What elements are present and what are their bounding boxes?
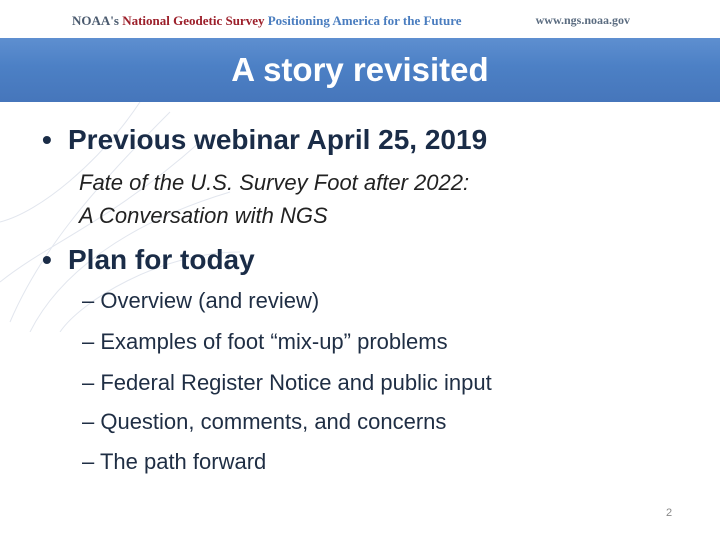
title-bar: A story revisited bbox=[0, 38, 720, 102]
slide-title: A story revisited bbox=[231, 51, 489, 88]
noaa-ngs-brand: NOAA's National Geodetic Survey Position… bbox=[72, 13, 462, 29]
plan-item: – Question, comments, and concerns bbox=[82, 409, 447, 434]
bullet-plan-for-today: • Plan for today bbox=[42, 244, 255, 276]
plan-item: – Federal Register Notice and public inp… bbox=[82, 370, 492, 395]
website-url: www.ngs.noaa.gov bbox=[535, 13, 630, 27]
plan-item: – Overview (and review) bbox=[82, 288, 320, 313]
bullet-dot: • bbox=[42, 244, 52, 275]
bullet-text: Previous webinar April 25, 2019 bbox=[68, 124, 488, 155]
bullet-previous-webinar: • Previous webinar April 25, 2019 bbox=[42, 124, 487, 156]
slide-header: NOAA's National Geodetic Survey Position… bbox=[0, 0, 720, 38]
slide-content: • Previous webinar April 25, 2019 Fate of… bbox=[0, 102, 720, 540]
brand-noaa: NOAA's bbox=[72, 13, 119, 28]
plan-item: – The path forward bbox=[82, 449, 267, 474]
brand-tagline: Positioning America for the Future bbox=[267, 13, 462, 28]
webinar-title-line-2: A Conversation with NGS bbox=[79, 203, 328, 228]
webinar-title-line-1: Fate of the U.S. Survey Foot after 2022: bbox=[79, 170, 470, 195]
brand-ngs: National Geodetic Survey bbox=[122, 13, 265, 28]
page-number: 2 bbox=[666, 507, 673, 519]
bullet-dot: • bbox=[42, 124, 52, 155]
bullet-text: Plan for today bbox=[68, 244, 255, 275]
plan-item: – Examples of foot “mix-up” problems bbox=[82, 329, 448, 354]
